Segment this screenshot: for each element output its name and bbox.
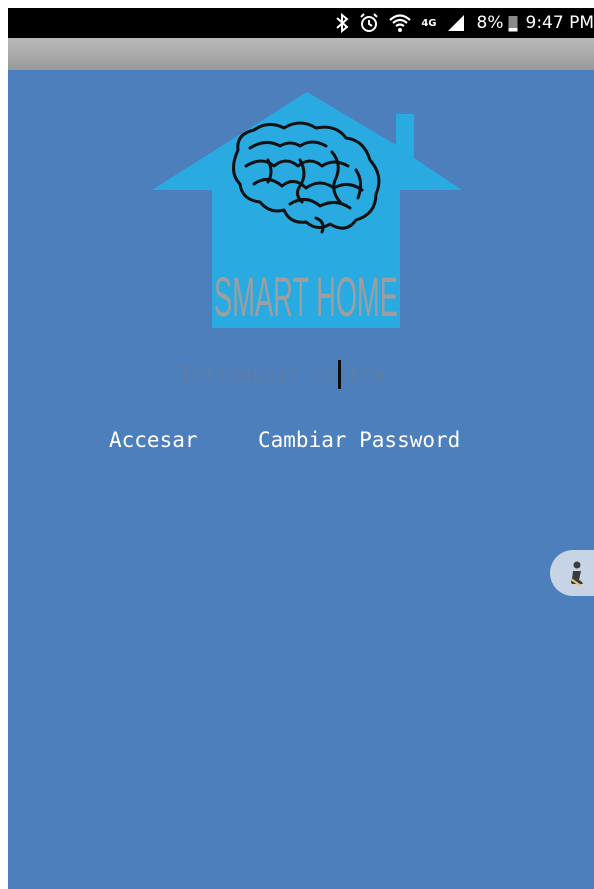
logo-text: SMART HOME (214, 265, 398, 328)
bluetooth-icon (335, 13, 349, 33)
info-button[interactable] (550, 550, 594, 596)
app-toolbar (8, 38, 594, 70)
status-bar: 4G 8% 9:47 PM (8, 8, 594, 38)
clock: 9:47 PM (525, 13, 594, 33)
change-password-button[interactable]: Cambiar Password (258, 424, 460, 456)
info-icon (570, 561, 583, 587)
network-type: 4G (421, 17, 437, 29)
login-button[interactable]: Accesar (109, 424, 198, 456)
alarm-icon (359, 13, 379, 33)
password-input[interactable] (180, 359, 442, 389)
smart-home-logo: SMART HOME (152, 92, 462, 328)
battery-percent: 8% (476, 13, 504, 33)
wifi-icon (389, 13, 412, 33)
text-cursor (338, 360, 341, 389)
battery-icon (508, 14, 518, 32)
signal-icon (447, 14, 465, 32)
